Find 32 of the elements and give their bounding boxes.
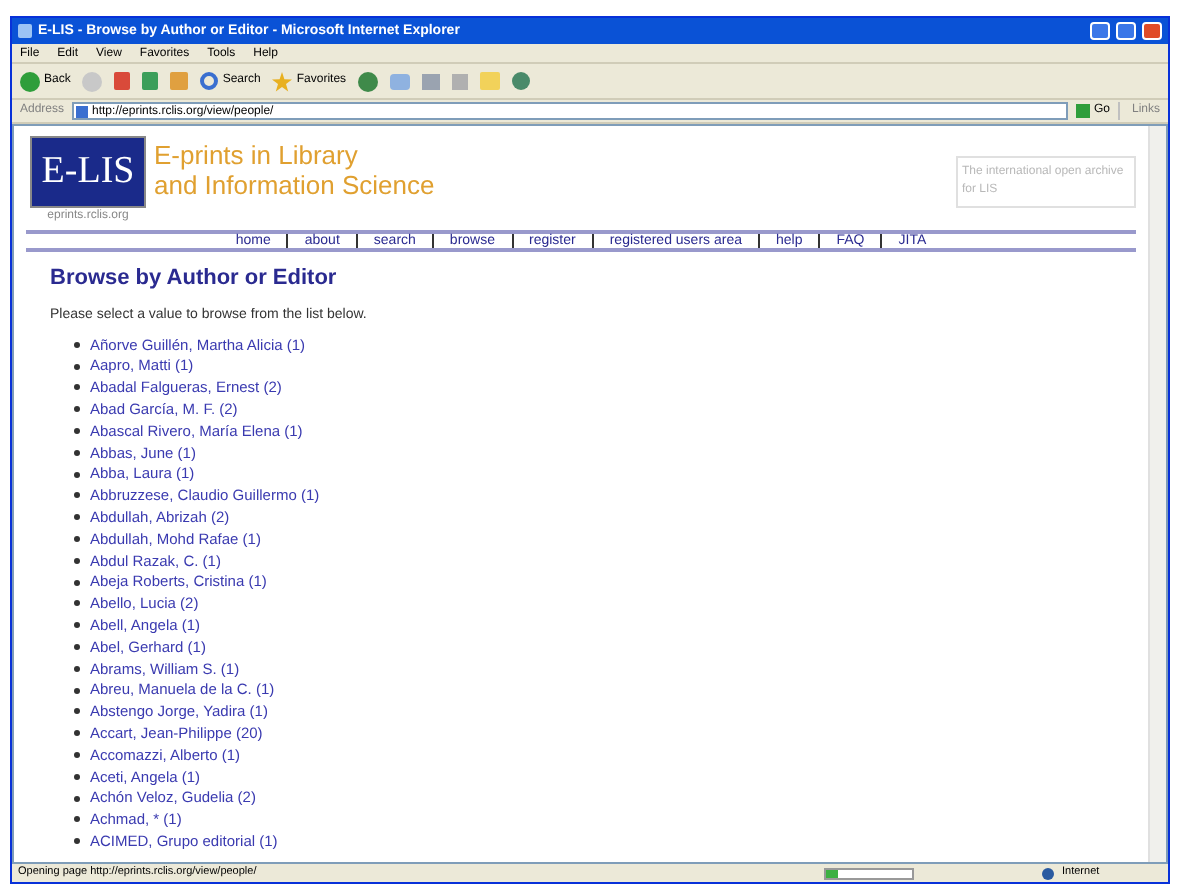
bullet-icon bbox=[74, 557, 80, 564]
bullet-icon bbox=[74, 773, 80, 780]
bullet-icon bbox=[74, 730, 80, 737]
bullet-icon bbox=[74, 492, 80, 499]
bullet-icon bbox=[74, 514, 80, 521]
maximize-button[interactable] bbox=[1116, 22, 1136, 40]
bullet-icon bbox=[74, 449, 80, 456]
bullet-icon bbox=[74, 838, 80, 845]
bullet-icon bbox=[74, 622, 80, 629]
bullet-icon bbox=[74, 384, 80, 391]
bullet-icon bbox=[74, 816, 80, 823]
bullet-icon bbox=[74, 363, 80, 370]
bullet-icon bbox=[74, 795, 80, 802]
site-title: E-prints in Library bbox=[154, 140, 360, 170]
bullet-icon bbox=[74, 687, 80, 694]
minimize-button[interactable] bbox=[1090, 22, 1110, 40]
page-heading: Browse by Author or Editor bbox=[50, 264, 339, 292]
scrollbar[interactable] bbox=[1148, 126, 1166, 862]
bullet-icon bbox=[74, 600, 80, 607]
bullet-icon bbox=[74, 341, 80, 348]
bullet-icon bbox=[74, 428, 80, 435]
close-button[interactable] bbox=[1142, 22, 1162, 40]
star-icon bbox=[272, 71, 293, 91]
bullet-icon bbox=[74, 471, 80, 478]
bullet-icon bbox=[74, 752, 80, 759]
bullet-icon bbox=[74, 579, 80, 586]
site-title: and Information Science bbox=[154, 170, 435, 200]
bullet-icon bbox=[74, 406, 80, 413]
bullet-icon bbox=[74, 644, 80, 651]
bullet-icon bbox=[74, 708, 80, 715]
bullet-icon bbox=[74, 665, 80, 672]
bullet-icon bbox=[74, 536, 80, 543]
